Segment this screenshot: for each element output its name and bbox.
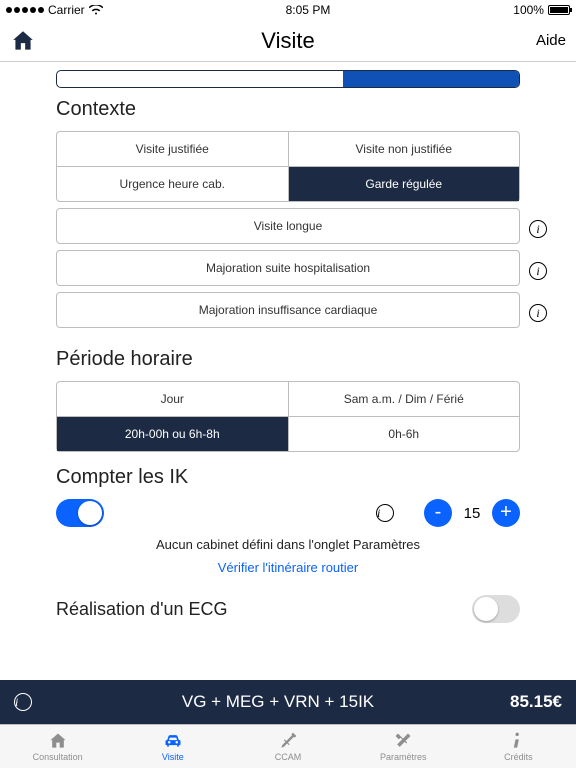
- context-cardiac: Majoration insuffisance cardiaque: [56, 292, 520, 328]
- context-segment-1: Visite justifiée Visite non justifiée Ur…: [56, 131, 520, 202]
- ecg-row: Réalisation d'un ECG: [56, 595, 520, 623]
- info-icon[interactable]: i: [376, 504, 394, 522]
- opt-urgence-cab[interactable]: Urgence heure cab.: [57, 167, 288, 201]
- opt-jour[interactable]: Jour: [57, 382, 288, 416]
- tab-bar: Consultation Visite CCAM Paramètres Créd…: [0, 724, 576, 768]
- battery-label: 100%: [513, 3, 544, 17]
- tab-consultation[interactable]: Consultation: [0, 725, 115, 768]
- ik-toggle[interactable]: [56, 499, 104, 527]
- summary-price: 85.15€: [510, 692, 562, 712]
- battery-icon: [548, 5, 570, 15]
- ik-minus-button[interactable]: -: [424, 499, 452, 527]
- wifi-icon: [89, 5, 103, 15]
- summary-formula: VG + MEG + VRN + 15IK: [46, 692, 510, 712]
- page-title: Visite: [0, 28, 576, 54]
- info-icon[interactable]: i: [529, 262, 547, 280]
- navbar: Visite Aide: [0, 20, 576, 62]
- opt-majoration-hosp[interactable]: Majoration suite hospitalisation: [57, 251, 519, 285]
- tab-credits[interactable]: Crédits: [461, 725, 576, 768]
- tools-icon: [392, 731, 414, 751]
- ecg-toggle[interactable]: [472, 595, 520, 623]
- status-bar: Carrier 8:05 PM 100%: [0, 0, 576, 20]
- top-segment-stub[interactable]: [56, 70, 520, 88]
- ecg-label: Réalisation d'un ECG: [56, 599, 228, 620]
- opt-majoration-cardiac[interactable]: Majoration insuffisance cardiaque: [57, 293, 519, 327]
- no-cabinet-message: Aucun cabinet défini dans l'onglet Param…: [20, 537, 556, 552]
- home-icon: [47, 731, 69, 751]
- info-icon[interactable]: i: [529, 304, 547, 322]
- opt-20h-8h[interactable]: 20h-00h ou 6h-8h: [57, 417, 288, 451]
- info-icon[interactable]: i: [529, 220, 547, 238]
- home-icon[interactable]: [10, 28, 36, 54]
- tab-label: Paramètres: [380, 752, 427, 762]
- summary-bar: i VG + MEG + VRN + 15IK 85.15€: [0, 680, 576, 724]
- tab-parametres[interactable]: Paramètres: [346, 725, 461, 768]
- tab-label: Visite: [162, 752, 184, 762]
- period-segment: Jour Sam a.m. / Dim / Férié 20h-00h ou 6…: [56, 381, 520, 452]
- ik-plus-button[interactable]: +: [492, 499, 520, 527]
- help-button[interactable]: Aide: [536, 32, 566, 49]
- tab-ccam[interactable]: CCAM: [230, 725, 345, 768]
- car-icon: [162, 731, 184, 751]
- signal-icon: [6, 7, 44, 13]
- opt-0h-6h[interactable]: 0h-6h: [288, 417, 520, 451]
- tab-visite[interactable]: Visite: [115, 725, 230, 768]
- ik-row: i - 15 +: [56, 499, 520, 527]
- opt-garde-regulee[interactable]: Garde régulée: [288, 167, 520, 201]
- carrier-label: Carrier: [48, 3, 85, 17]
- opt-visite-longue[interactable]: Visite longue: [57, 209, 519, 243]
- opt-visite-non-justifiee[interactable]: Visite non justifiée: [288, 132, 520, 166]
- tab-label: Crédits: [504, 752, 533, 762]
- section-period-header: Période horaire: [56, 348, 520, 371]
- tab-label: CCAM: [275, 752, 302, 762]
- syringe-icon: [277, 731, 299, 751]
- opt-weekend[interactable]: Sam a.m. / Dim / Férié: [288, 382, 520, 416]
- section-context-header: Contexte: [56, 98, 520, 121]
- clock-label: 8:05 PM: [286, 3, 331, 17]
- info-icon[interactable]: i: [14, 693, 32, 711]
- content: Contexte Visite justifiée Visite non jus…: [0, 62, 576, 680]
- context-visite-longue: Visite longue: [56, 208, 520, 244]
- info-italic-icon: [507, 731, 529, 751]
- tab-label: Consultation: [33, 752, 83, 762]
- context-hosp: Majoration suite hospitalisation: [56, 250, 520, 286]
- verify-route-link[interactable]: Vérifier l'itinéraire routier: [20, 560, 556, 575]
- opt-visite-justifiee[interactable]: Visite justifiée: [57, 132, 288, 166]
- ik-value: 15: [452, 505, 492, 522]
- section-ik-header: Compter les IK: [56, 466, 520, 489]
